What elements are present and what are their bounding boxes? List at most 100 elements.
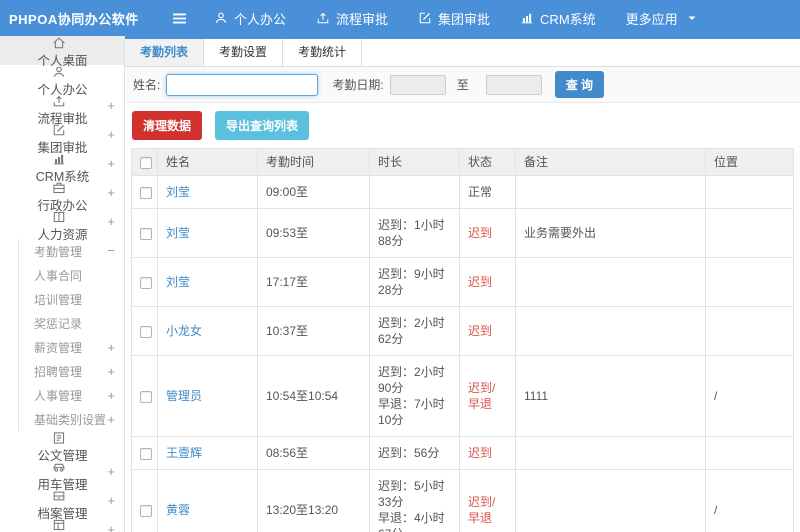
tab[interactable]: 考勤统计 — [283, 39, 363, 66]
sidebar-item[interactable]: 项目管理 + — [0, 518, 124, 532]
expand-indicator: + — [107, 464, 115, 479]
sidebar-item[interactable]: 流程审批 + — [0, 94, 124, 142]
nav-item[interactable]: 更多应用 — [626, 9, 698, 28]
name-cell: 王壹辉 — [157, 436, 258, 470]
sidebar-item[interactable]: 档案管理 + — [0, 489, 124, 532]
duration-cell — [369, 175, 460, 209]
table-row: 管理员 10:54至10:54 迟到：2小时90分 早退：7小时10分 迟到/早… — [131, 355, 794, 437]
expand-indicator: + — [107, 339, 115, 355]
clean-data-button[interactable]: 清理数据 — [132, 111, 203, 140]
row-checkbox[interactable] — [140, 390, 152, 403]
row-checkbox[interactable] — [140, 504, 152, 517]
nav-item[interactable]: 流程审批 — [316, 9, 388, 28]
row-checkbox[interactable] — [140, 276, 152, 289]
name-cell: 刘莹 — [157, 257, 258, 307]
time-cell: 08:56至 — [257, 436, 370, 470]
table-row: 黄蓉 13:20至13:20 迟到：5小时33分 早退：4小时67分 迟到/早退… — [131, 469, 794, 532]
upload-icon — [316, 11, 330, 25]
filter-bar: 姓名: 考勤日期: 至 查 询 — [125, 67, 800, 103]
sidebar-menu: 个人桌面 个人办公 + 流程审批 + 集团审批 + CRM系统 + 行政办公 +… — [0, 36, 124, 532]
bar-chart-icon — [520, 11, 534, 25]
location-cell — [705, 175, 794, 209]
row-checkbox[interactable] — [140, 325, 152, 338]
column-header: 状态 — [459, 148, 516, 176]
note-cell: 1111 — [515, 355, 706, 437]
sidebar-item[interactable]: 个人桌面 — [0, 36, 124, 68]
sidebar-item[interactable]: 人事管理 + — [18, 383, 124, 407]
book-icon — [52, 210, 67, 224]
date-to-input[interactable] — [485, 74, 542, 95]
sidebar-toggle-button[interactable] — [171, 10, 188, 27]
name-cell: 管理员 — [157, 355, 258, 437]
sidebar-item[interactable]: 行政办公 + — [0, 181, 124, 229]
sidebar-item[interactable]: 基础类别设置 + — [18, 407, 124, 431]
expand-indicator: + — [107, 185, 115, 200]
tab[interactable]: 考勤设置 — [204, 39, 284, 66]
name-cell: 刘莹 — [157, 175, 258, 209]
shell: 个人桌面 个人办公 + 流程审批 + 集团审批 + CRM系统 + 行政办公 +… — [0, 36, 800, 532]
column-header: 时长 — [369, 148, 460, 176]
export-list-button[interactable]: 导出查询列表 — [215, 111, 310, 140]
note-cell — [515, 257, 706, 307]
table-header-row: 姓名 考勤时间 时长 状态 备注 位置 — [131, 148, 794, 176]
name-input[interactable] — [166, 73, 319, 96]
location-cell — [705, 208, 794, 258]
sidebar-item[interactable]: 公文管理 + — [0, 431, 124, 479]
checkbox-cell — [131, 306, 158, 356]
row-checkbox[interactable] — [140, 447, 152, 460]
sidebar-item[interactable]: 人力资源 − — [0, 210, 124, 258]
search-button[interactable]: 查 询 — [554, 71, 605, 98]
archive-icon — [52, 489, 67, 503]
tab-bar: 考勤列表 考勤设置 考勤统计 — [125, 36, 800, 67]
employee-name-link[interactable]: 小龙女 — [166, 324, 202, 338]
sidebar-item[interactable]: 集团审批 + — [0, 123, 124, 171]
nav-item[interactable]: 个人办公 — [214, 9, 286, 28]
edit-icon — [418, 11, 432, 25]
row-checkbox[interactable] — [140, 186, 152, 199]
sidebar-item[interactable]: CRM系统 + — [0, 152, 124, 200]
attendance-table-wrap: 姓名 考勤时间 时长 状态 备注 位置 刘莹 09:00至 正常 刘莹 09:53至 迟到… — [125, 148, 800, 532]
expand-indicator: + — [107, 387, 115, 403]
nav-item[interactable]: 集团审批 — [418, 9, 490, 28]
sidebar-item[interactable]: 培训管理 — [18, 287, 124, 311]
duration-cell: 迟到：56分 — [369, 436, 460, 470]
time-cell: 17:17至 — [257, 257, 370, 307]
status-cell: 正常 — [459, 175, 516, 209]
date-label: 考勤日期: — [332, 78, 384, 92]
expand-indicator: + — [107, 493, 115, 508]
select-all-checkbox[interactable] — [140, 156, 152, 169]
location-cell — [705, 436, 794, 470]
status-cell: 迟到 — [459, 208, 516, 258]
checkbox-cell — [131, 175, 158, 209]
sidebar-item[interactable]: 奖惩记录 — [18, 311, 124, 335]
sidebar-item[interactable]: 薪资管理 + — [18, 335, 124, 359]
sidebar-item[interactable]: 人事合同 — [18, 263, 124, 287]
upload-icon — [52, 94, 67, 108]
sidebar-item[interactable]: 个人办公 + — [0, 65, 124, 113]
row-checkbox[interactable] — [140, 227, 152, 240]
employee-name-link[interactable]: 刘莹 — [166, 275, 190, 289]
home-icon — [52, 36, 67, 50]
duration-cell: 迟到：5小时33分 早退：4小时67分 — [369, 469, 460, 532]
name-cell: 刘莹 — [157, 208, 258, 258]
column-header: 考勤时间 — [257, 148, 370, 176]
employee-name-link[interactable]: 刘莹 — [166, 185, 190, 199]
employee-name-link[interactable]: 黄蓉 — [166, 503, 190, 517]
employee-name-link[interactable]: 刘莹 — [166, 226, 190, 240]
duration-cell: 迟到：2小时90分 早退：7小时10分 — [369, 355, 460, 437]
employee-name-link[interactable]: 管理员 — [166, 389, 202, 403]
location-cell: / — [705, 469, 794, 532]
sidebar-item[interactable]: 用车管理 + — [0, 460, 124, 508]
status-cell: 迟到 — [459, 306, 516, 356]
note-cell — [515, 469, 706, 532]
hamburger-menu-icon — [171, 10, 188, 27]
note-cell — [515, 306, 706, 356]
tab[interactable]: 考勤列表 — [125, 39, 205, 66]
expand-indicator: + — [107, 127, 115, 142]
app-logo: PHPOA协同办公软件 — [9, 11, 139, 27]
sidebar-item[interactable]: 招聘管理 + — [18, 359, 124, 383]
expand-indicator: + — [107, 156, 115, 171]
nav-item[interactable]: CRM系统 — [520, 9, 596, 28]
employee-name-link[interactable]: 王壹辉 — [166, 446, 202, 460]
date-from-input[interactable] — [389, 74, 446, 95]
